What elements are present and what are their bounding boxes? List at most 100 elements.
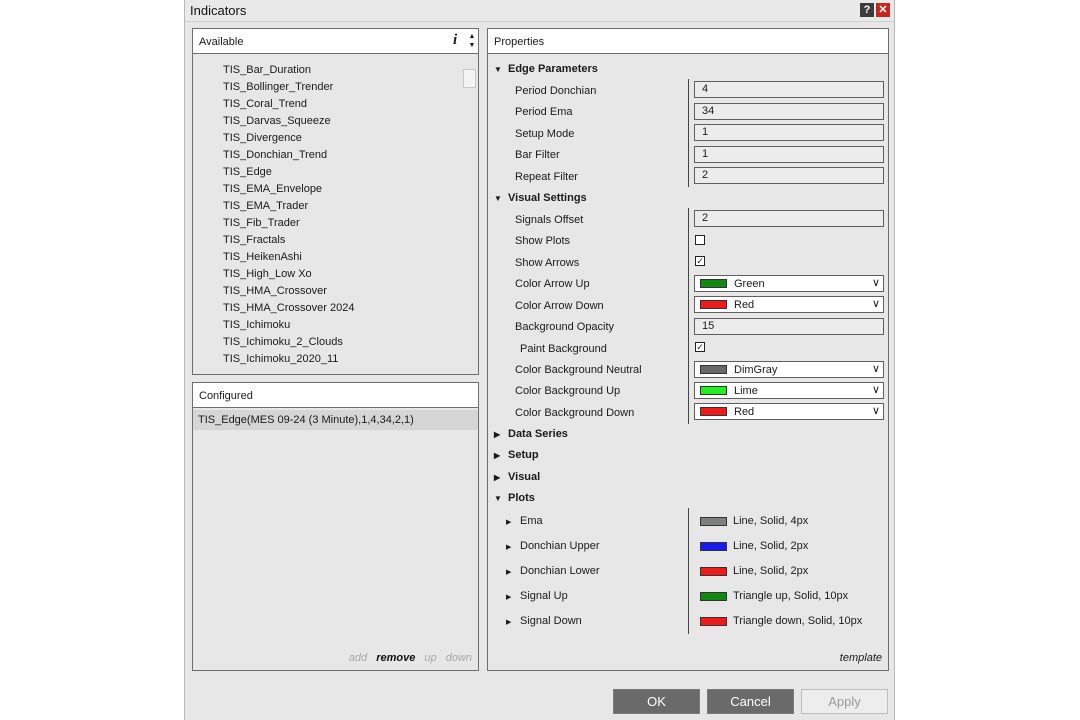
color-swatch [700,591,727,601]
color-arrow-down-select[interactable]: Red ∨ [694,296,884,313]
properties-label: Properties [494,36,545,48]
plot-item[interactable]: ▶ Signal Down [506,615,582,627]
setup-mode-field[interactable]: 1 [694,124,884,141]
available-item[interactable]: TIS_Fractals [223,232,354,249]
color-bg-up-select[interactable]: Lime ∨ [694,382,884,399]
plot-item[interactable]: ▶ Donchian Upper [506,540,600,552]
section-data-series[interactable]: ▶ Data Series [494,428,568,440]
apply-button[interactable]: Apply [801,689,888,714]
available-item[interactable]: TIS_EMA_Envelope [223,181,354,198]
color-swatch [700,541,727,551]
available-item[interactable]: TIS_Donchian_Trend [223,147,354,164]
plot-value[interactable]: Line, Solid, 2px [700,540,808,552]
color-swatch [700,566,727,576]
color-bg-neutral-select[interactable]: DimGray ∨ [694,361,884,378]
available-item[interactable]: TIS_Edge [223,164,354,181]
plot-value[interactable]: Triangle down, Solid, 10px [700,615,862,627]
expanded-triangle-icon: ▼ [494,194,502,203]
collapsed-triangle-icon: ▶ [494,430,501,439]
section-visual[interactable]: ▶ Visual [494,471,540,483]
available-item[interactable]: TIS_HeikenAshi [223,249,354,266]
section-plots[interactable]: ▼ Plots [494,492,535,504]
scrollbar-thumb[interactable] [463,69,476,88]
available-item[interactable]: TIS_Ichimoku_2_Clouds [223,334,354,351]
plot-label: Signal Down [520,615,582,627]
add-link[interactable]: add [349,652,367,664]
section-setup[interactable]: ▶ Setup [494,449,539,461]
section-title: Setup [508,449,539,461]
paint-background-checkbox[interactable]: ✓ [695,342,705,352]
period-donchian-field[interactable]: 4 [694,81,884,98]
show-arrows-checkbox[interactable]: ✓ [695,256,705,266]
color-bg-down-select[interactable]: Red ∨ [694,403,884,420]
cancel-button[interactable]: Cancel [707,689,794,714]
available-item[interactable]: TIS_High_Low Xo [223,266,354,283]
template-link[interactable]: template [840,652,882,664]
select-value: Green [734,278,765,290]
expanded-triangle-icon: ▼ [494,65,502,74]
section-edge-parameters[interactable]: ▼ Edge Parameters [494,63,598,75]
available-item[interactable]: TIS_Fib_Trader [223,215,354,232]
plot-label: Signal Up [520,590,568,602]
signals-offset-field[interactable]: 2 [694,210,884,227]
available-item[interactable]: TIS_Bar_Duration [223,62,354,79]
chevron-down-icon: ∨ [871,277,880,289]
background-opacity-label: Background Opacity [515,321,615,333]
info-icon[interactable]: i [453,32,457,49]
available-item[interactable]: TIS_Divergence [223,130,354,147]
plot-item[interactable]: ▶ Signal Up [506,590,568,602]
plot-item[interactable]: ▶ Ema [506,515,543,527]
configured-panel: Configured TIS_Edge(MES 09-24 (3 Minute)… [192,382,479,671]
section-title: Visual [508,471,541,483]
plot-label: Donchian Upper [520,540,600,552]
plot-value[interactable]: Line, Solid, 2px [700,565,808,577]
available-item[interactable]: TIS_HMA_Crossover [223,283,354,300]
show-plots-checkbox[interactable] [695,235,705,245]
sort-updown-icon[interactable]: ▲ ▼ [467,32,477,50]
plot-value[interactable]: Line, Solid, 4px [700,515,808,527]
chevron-down-icon: ∨ [871,405,880,417]
available-item[interactable]: TIS_Ichimoku [223,317,354,334]
section-visual-settings[interactable]: ▼ Visual Settings [494,192,587,204]
configured-item[interactable]: TIS_Edge(MES 09-24 (3 Minute),1,4,34,2,1… [193,410,478,430]
collapsed-triangle-icon: ▶ [506,569,512,576]
expanded-triangle-icon: ▼ [494,494,502,503]
available-item[interactable]: TIS_Coral_Trend [223,96,354,113]
help-icon[interactable]: ? [860,3,874,17]
collapsed-triangle-icon: ▶ [506,594,512,601]
color-arrow-up-select[interactable]: Green ∨ [694,275,884,292]
up-link[interactable]: up [424,652,436,664]
available-list: TIS_Bar_Duration TIS_Bollinger_Trender TIS… [223,62,354,368]
plot-style-text: Line, Solid, 2px [733,540,809,552]
color-swatch [700,365,727,374]
bar-filter-field[interactable]: 1 [694,146,884,163]
plot-item[interactable]: ▶ Donchian Lower [506,565,600,577]
close-icon[interactable]: ✕ [876,3,890,17]
color-swatch [700,300,727,309]
collapsed-triangle-icon: ▶ [506,544,512,551]
remove-link[interactable]: remove [376,652,415,664]
available-item[interactable]: TIS_EMA_Trader [223,198,354,215]
period-ema-field[interactable]: 34 [694,103,884,120]
collapsed-triangle-icon: ▶ [494,451,501,460]
color-bg-neutral-label: Color Background Neutral [515,364,642,376]
period-donchian-label: Period Donchian [515,85,597,97]
available-item[interactable]: TIS_HMA_Crossover 2024 [223,300,354,317]
available-item[interactable]: TIS_Ichimoku_2020_11 [223,351,354,368]
color-bg-up-label: Color Background Up [515,385,621,397]
plot-style-text: Triangle down, Solid, 10px [733,615,863,627]
background-opacity-field[interactable]: 15 [694,318,884,335]
title-bar: Indicators ? ✕ [185,0,894,22]
select-value: Lime [734,385,758,397]
available-item[interactable]: TIS_Bollinger_Trender [223,79,354,96]
repeat-filter-field[interactable]: 2 [694,167,884,184]
color-swatch [700,407,727,416]
ok-button[interactable]: OK [613,689,700,714]
available-item[interactable]: TIS_Darvas_Squeeze [223,113,354,130]
plot-label: Donchian Lower [520,565,600,577]
select-value: Red [734,406,755,418]
configured-label: Configured [199,390,253,402]
plot-value[interactable]: Triangle up, Solid, 10px [700,590,848,602]
down-link[interactable]: down [446,652,472,664]
available-panel: Available i ▲ ▼ TIS_Bar_Duration TIS_Bolli… [192,28,479,375]
